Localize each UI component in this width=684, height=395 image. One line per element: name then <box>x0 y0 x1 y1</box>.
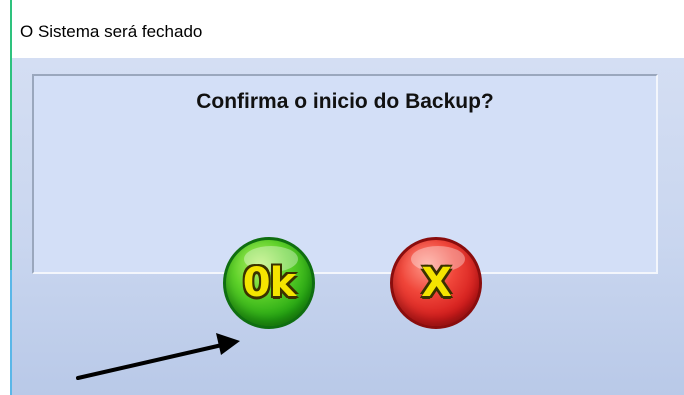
message-panel: Confirma o inicio do Backup? <box>32 74 658 274</box>
dialog-title: O Sistema será fechado <box>20 22 203 41</box>
dialog-title-bar: O Sistema será fechado <box>12 0 684 58</box>
cancel-button-label: X <box>421 260 452 306</box>
cancel-button[interactable]: X <box>390 237 482 329</box>
confirmation-message: Confirma o inicio do Backup? <box>196 90 494 113</box>
ok-button-label: 0k <box>242 260 296 306</box>
screenshot-stage: O Sistema será fechado Confirma o inicio… <box>0 0 684 395</box>
ok-button[interactable]: 0k <box>223 237 315 329</box>
dialog-body: Confirma o inicio do Backup? <box>12 58 684 395</box>
